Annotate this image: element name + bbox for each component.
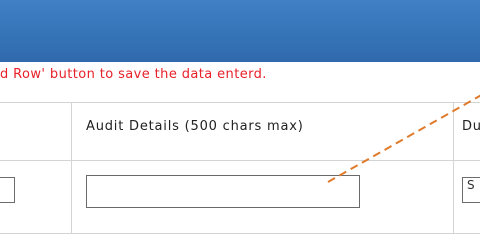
table-bottom-border [0, 233, 480, 234]
table-top-border [0, 102, 480, 103]
column-header-audit-details: Audit Details (500 chars max) [86, 119, 304, 134]
column-divider [71, 102, 72, 234]
column-divider [453, 102, 454, 234]
instruction-text: d Row' button to save the data enterd. [0, 67, 267, 82]
previous-column-select[interactable] [0, 177, 15, 203]
audit-table: Audit Details (500 chars max) Du S [0, 102, 480, 234]
select-value: S [467, 178, 475, 192]
header-bar [0, 0, 480, 62]
header-row-border [0, 160, 480, 161]
du-column-select[interactable]: S [462, 177, 480, 203]
audit-details-input[interactable] [86, 175, 360, 208]
column-header-du: Du [462, 119, 480, 134]
